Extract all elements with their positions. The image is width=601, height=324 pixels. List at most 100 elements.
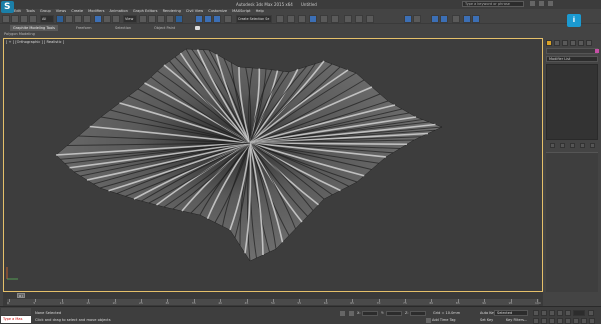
tab-graphite-modeling-tools[interactable]: Graphite Modeling Tools (10, 25, 59, 31)
set-key-button[interactable]: Set Key (480, 318, 493, 322)
spinner-snap-icon[interactable] (204, 15, 212, 23)
rendered-frame-icon[interactable] (355, 15, 363, 23)
x-coordinate-field[interactable] (362, 311, 378, 316)
app-logo-icon[interactable]: S (1, 1, 14, 13)
make-unique-icon[interactable] (570, 143, 575, 148)
mirror-icon[interactable] (224, 15, 232, 23)
modifier-stack[interactable] (546, 64, 598, 140)
pin-stack-icon[interactable] (550, 143, 555, 148)
modify-tab-icon[interactable] (554, 40, 560, 46)
command-panel: Modifier List (544, 38, 601, 296)
object-name-field[interactable] (546, 48, 598, 54)
goto-start-icon[interactable] (533, 310, 539, 316)
redo-icon[interactable] (11, 15, 19, 23)
goto-end-icon[interactable] (565, 310, 571, 316)
search-input[interactable]: Type a keyword or phrase (462, 1, 524, 7)
time-tag-icon[interactable] (426, 318, 431, 323)
link-icon[interactable] (20, 15, 28, 23)
time-slider[interactable]: 0 / 100 (17, 293, 25, 302)
tool-g-icon[interactable] (472, 15, 480, 23)
render-setup-icon[interactable] (344, 15, 352, 23)
hierarchy-tab-icon[interactable] (562, 40, 568, 46)
rect-selection-icon[interactable] (74, 15, 82, 23)
configure-sets-icon[interactable] (590, 143, 595, 148)
select-scale-icon[interactable] (112, 15, 120, 23)
zoom-all-icon[interactable] (541, 318, 547, 324)
select-by-name-icon[interactable] (65, 15, 73, 23)
zoom-icon[interactable] (533, 318, 539, 324)
timeline-tick-label: 50 (271, 301, 275, 305)
snaps-toggle-icon[interactable] (166, 15, 174, 23)
search-icon[interactable] (530, 1, 535, 6)
keyboard-shortcut-icon[interactable] (157, 15, 165, 23)
tab-object-paint[interactable]: Object Paint (154, 25, 175, 31)
y-coordinate-field[interactable] (386, 311, 402, 316)
field-of-view-icon[interactable] (565, 318, 571, 324)
zoom-extents-all-icon[interactable] (557, 318, 563, 324)
favorites-icon[interactable] (548, 1, 553, 6)
remove-modifier-icon[interactable] (580, 143, 585, 148)
utilities-tab-icon[interactable] (586, 40, 592, 46)
key-selection-dropdown[interactable]: Selected (494, 310, 528, 316)
maximize-viewport-icon[interactable] (589, 318, 595, 324)
ribbon-sub-label: Polygon Modeling (4, 32, 35, 36)
add-time-tag[interactable]: Add Time Tag (432, 318, 456, 322)
schematic-view-icon[interactable] (320, 15, 328, 23)
align-icon[interactable] (276, 15, 284, 23)
ribbon-options-icon[interactable] (195, 26, 200, 30)
play-icon[interactable] (549, 310, 555, 316)
current-frame-field[interactable] (573, 310, 585, 316)
next-frame-icon[interactable] (557, 310, 563, 316)
maxscript-mini-listener[interactable]: Type a Mas (1, 316, 31, 323)
curve-editor-icon[interactable] (309, 15, 317, 23)
select-move-icon[interactable] (94, 15, 102, 23)
motion-tab-icon[interactable] (570, 40, 576, 46)
edit-named-selection-icon[interactable] (213, 15, 221, 23)
angle-snap-icon[interactable] (175, 15, 183, 23)
named-selection-dropdown[interactable]: Create Selection Se (236, 15, 272, 23)
reference-coord-dropdown[interactable]: View (123, 15, 137, 23)
z-coordinate-field[interactable] (410, 311, 426, 316)
perspective-viewport[interactable]: [ + ] [Orthographic ] [ Realistic ] (3, 38, 543, 292)
render-production-icon[interactable] (366, 15, 374, 23)
zoom-extents-icon[interactable] (549, 318, 555, 324)
show-end-result-icon[interactable] (560, 143, 565, 148)
help-icon[interactable]: i (567, 14, 581, 27)
modifier-list-dropdown[interactable]: Modifier List (546, 56, 598, 62)
tool-b-icon[interactable] (413, 15, 421, 23)
percent-snap-icon[interactable] (195, 15, 203, 23)
time-config-icon[interactable] (588, 310, 594, 316)
layer-manager-icon[interactable] (287, 15, 295, 23)
tab-freeform[interactable]: Freeform (76, 25, 92, 31)
select-rotate-icon[interactable] (103, 15, 111, 23)
orbit-icon[interactable] (581, 318, 587, 324)
display-tab-icon[interactable] (578, 40, 584, 46)
selection-filter-dropdown[interactable]: All (40, 15, 54, 23)
tool-c-icon[interactable] (431, 15, 439, 23)
tool-e-icon[interactable] (452, 15, 460, 23)
pan-view-icon[interactable] (573, 318, 579, 324)
tab-selection[interactable]: Selection (115, 25, 131, 31)
pivot-center-icon[interactable] (139, 15, 147, 23)
unlink-icon[interactable] (29, 15, 37, 23)
absolute-mode-icon[interactable] (349, 311, 354, 316)
key-filters-button[interactable]: Key Filters... (506, 318, 527, 322)
manipulate-icon[interactable] (148, 15, 156, 23)
tool-a-icon[interactable] (404, 15, 412, 23)
track-bar[interactable]: 0 5 10 15 20 25 30 35 40 45 50 55 60 65 70 75 80 85 90 95 10… (7, 299, 541, 305)
file-name: Untitled (301, 2, 317, 7)
create-tab-icon[interactable] (546, 40, 552, 46)
window-crossing-icon[interactable] (83, 15, 91, 23)
graphite-toggle-icon[interactable] (298, 15, 306, 23)
communication-center-icon[interactable] (539, 1, 544, 6)
undo-icon[interactable] (2, 15, 10, 23)
previous-frame-icon[interactable] (541, 310, 547, 316)
lock-selection-icon[interactable] (340, 311, 345, 316)
material-editor-icon[interactable] (331, 15, 339, 23)
timeline-tick (9, 299, 10, 302)
tool-f-icon[interactable] (463, 15, 471, 23)
draped-cloth-model[interactable] (4, 39, 542, 291)
select-object-icon[interactable] (56, 15, 64, 23)
object-color-swatch[interactable] (595, 49, 599, 53)
tool-d-icon[interactable] (440, 15, 448, 23)
